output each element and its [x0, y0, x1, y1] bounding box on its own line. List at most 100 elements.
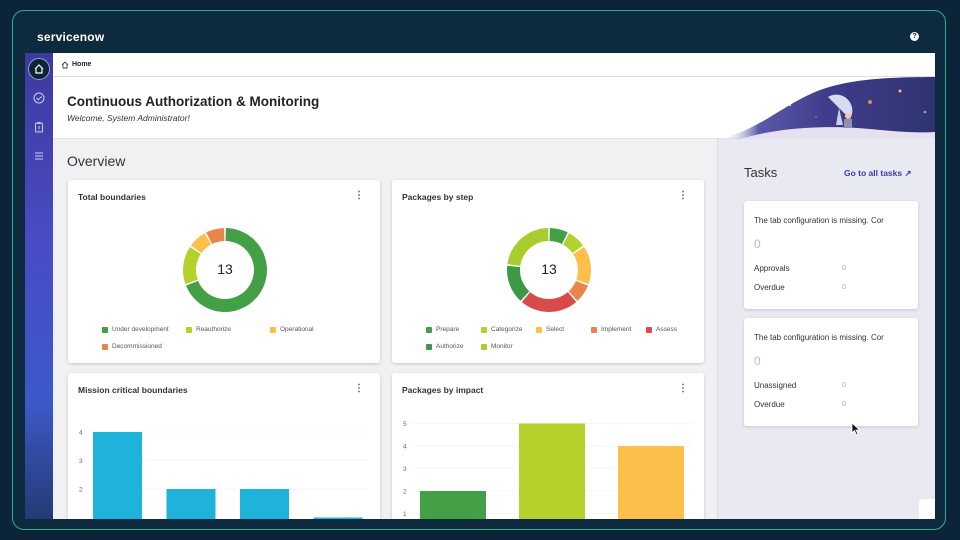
legend-item[interactable]: Authorize: [426, 343, 463, 350]
legend-label: Operational: [280, 326, 314, 333]
mission-critical-bar-chart: 4 3 2: [79, 430, 368, 520]
bar[interactable]: [618, 446, 684, 519]
clipboard-icon[interactable]: [28, 116, 50, 138]
page-header: Continuous Authorization & Monitoring We…: [53, 77, 935, 139]
servicenow-logo[interactable]: servicenow: [37, 30, 104, 44]
legend-label: Decommissioned: [112, 343, 162, 350]
task-row-value: 0: [842, 265, 846, 272]
task-row-label[interactable]: Overdue: [754, 283, 785, 292]
more-options-icon[interactable]: ⋮: [678, 191, 688, 201]
y-tick-label: 4: [79, 430, 83, 437]
task-row-label[interactable]: Approvals: [754, 264, 790, 273]
bar[interactable]: [519, 423, 585, 520]
packages-by-impact-bar-chart: 5 4 3 2 1: [403, 421, 692, 520]
task-card-count: 0: [754, 354, 761, 368]
legend-swatch: [591, 326, 597, 333]
legend-label: Reauthorize: [196, 326, 232, 333]
legend-swatch: [102, 326, 108, 333]
home-icon[interactable]: [28, 58, 50, 80]
task-card[interactable]: The tab configuration is missing. Cor 0 …: [744, 318, 918, 426]
donut-slice-authorize[interactable]: [507, 265, 530, 301]
legend-item[interactable]: Operational: [270, 326, 314, 333]
top-bar: servicenow ?: [13, 11, 945, 53]
help-icon[interactable]: ?: [910, 32, 919, 41]
legend-item[interactable]: Decommissioned: [102, 343, 162, 350]
home-crumb-icon[interactable]: [61, 60, 69, 69]
y-tick-label: 4: [403, 444, 407, 451]
legend-item[interactable]: Under development: [102, 326, 169, 333]
legend-label: Authorize: [436, 343, 464, 350]
app-content: Home Continuous Authorization & Monitori…: [53, 53, 935, 519]
task-card[interactable]: The tab configuration is missing. Cor 0 …: [744, 201, 918, 309]
total-boundaries-donut: 13: [183, 228, 267, 312]
task-row-value: 0: [842, 382, 846, 389]
total-boundaries-card: Total boundaries ⋮ 13 Under development R…: [68, 180, 380, 363]
bar[interactable]: [420, 491, 486, 519]
donut-slice-assess[interactable]: [521, 292, 577, 312]
welcome-text: Welcome, System Administrator!: [67, 113, 190, 123]
list-icon[interactable]: [28, 145, 50, 167]
go-to-all-tasks-link[interactable]: Go to all tasks ↗: [844, 168, 912, 179]
y-tick-label: 3: [403, 466, 407, 473]
donut-slice-reauthorize[interactable]: [183, 246, 201, 285]
left-rail: [25, 53, 53, 519]
window-frame: servicenow ? Home Continuous Authorizati…: [12, 10, 946, 530]
packages-by-impact-card: Packages by impact ⋮ 5 4 3 2 1: [392, 373, 704, 519]
legend-swatch: [270, 326, 276, 333]
legend-item[interactable]: Select: [536, 326, 564, 333]
mouse-cursor-icon: [851, 422, 861, 436]
breadcrumb: Home: [53, 53, 935, 77]
task-row-label[interactable]: Overdue: [754, 400, 785, 409]
card-title: Packages by step: [402, 192, 474, 202]
scroll-handle[interactable]: [919, 499, 935, 519]
legend-swatch: [481, 326, 487, 333]
bar[interactable]: [93, 432, 142, 519]
card-title: Packages by impact: [402, 385, 484, 395]
bar[interactable]: [166, 489, 216, 519]
legend-label: Assess: [656, 326, 677, 333]
y-tick-label: 2: [79, 487, 83, 494]
breadcrumb-home[interactable]: Home: [72, 61, 91, 68]
legend-swatch: [426, 343, 432, 350]
legend-swatch: [186, 326, 192, 333]
legend-label: Under development: [112, 326, 169, 333]
more-options-icon[interactable]: ⋮: [354, 384, 364, 394]
legend-item[interactable]: Implement: [591, 326, 631, 333]
legend-item[interactable]: Categorize: [481, 326, 522, 333]
task-row-value: 0: [842, 284, 846, 291]
tasks-title: Tasks: [744, 165, 778, 180]
legend-item[interactable]: Assess: [646, 326, 677, 333]
legend-swatch: [536, 326, 542, 333]
y-tick-label: 2: [403, 489, 407, 496]
card-title: Total boundaries: [78, 192, 146, 202]
task-card-message: The tab configuration is missing. Cor: [754, 333, 884, 342]
page-title: Continuous Authorization & Monitoring: [67, 94, 320, 109]
more-options-icon[interactable]: ⋮: [354, 191, 364, 201]
packages-by-step-donut: 13: [507, 228, 591, 312]
bar[interactable]: [313, 517, 363, 520]
legend-item[interactable]: Monitor: [481, 343, 513, 350]
legend-swatch: [426, 326, 432, 333]
task-card-message: The tab configuration is missing. Cor: [754, 216, 884, 225]
legend-label: Select: [546, 326, 565, 333]
task-card-count: 0: [754, 237, 761, 251]
legend-item[interactable]: Reauthorize: [186, 326, 231, 333]
check-circle-icon[interactable]: [28, 87, 50, 109]
task-row-value: 0: [842, 401, 846, 408]
overview-title: Overview: [67, 153, 126, 169]
y-tick-label: 1: [403, 511, 407, 518]
legend-label: Prepare: [436, 326, 460, 333]
y-tick-label: 5: [403, 421, 407, 428]
mission-critical-card: Mission critical boundaries ⋮ 4 3 2: [68, 373, 380, 519]
legend-swatch: [102, 343, 108, 350]
tasks-panel: Tasks Go to all tasks ↗ The tab configur…: [717, 139, 935, 519]
bar[interactable]: [240, 489, 289, 519]
more-options-icon[interactable]: ⋮: [678, 384, 688, 394]
legend-swatch: [646, 326, 652, 333]
space-illustration: [720, 77, 935, 139]
task-row-label[interactable]: Unassigned: [754, 381, 796, 390]
donut-slice-select[interactable]: [573, 246, 591, 285]
legend-label: Implement: [601, 326, 632, 333]
donut-center-value: 13: [217, 261, 233, 277]
legend-item[interactable]: Prepare: [426, 326, 459, 333]
